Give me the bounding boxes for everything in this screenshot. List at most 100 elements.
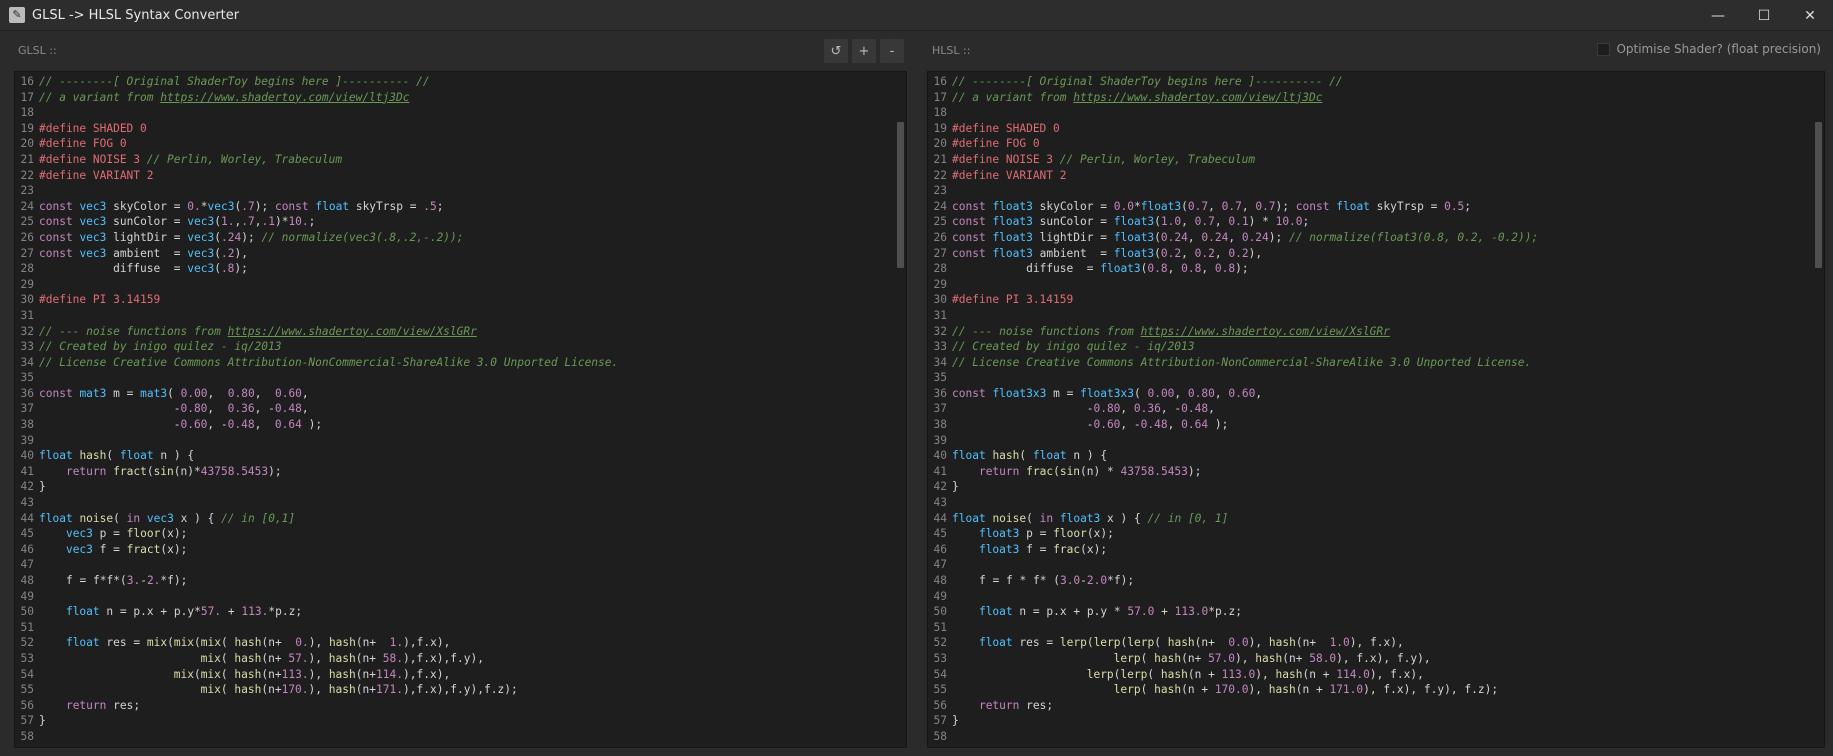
glsl-code-line[interactable]: 26 const vec3 lightDir = vec3(.24); // no… bbox=[17, 230, 618, 246]
hlsl-code-line[interactable]: 16 // --------[ Original ShaderToy begins… bbox=[930, 74, 1538, 90]
line-text[interactable]: float n = p.x + p.y*57. + 113.*p.z; bbox=[39, 604, 302, 620]
glsl-code-line[interactable]: 40 float hash( float n ) { bbox=[17, 448, 618, 464]
glsl-code-line[interactable]: 42} bbox=[17, 479, 618, 495]
hlsl-code-line[interactable]: 50 float n = p.x + p.y * 57.0 + 113.0*p.… bbox=[930, 604, 1538, 620]
hlsl-code-line[interactable]: 37 -0.80, 0.36, -0.48, bbox=[930, 401, 1538, 417]
glsl-code-line[interactable]: 41 return fract(sin(n)*43758.5453); bbox=[17, 464, 618, 480]
line-text[interactable]: #define SHADED 0 bbox=[952, 121, 1060, 137]
glsl-code-line[interactable]: 33 // Created by inigo quilez - iq/2013 bbox=[17, 339, 618, 355]
zoom-out-button[interactable]: - bbox=[880, 39, 904, 63]
glsl-code-line[interactable]: 36 const mat3 m = mat3( 0.00, 0.80, 0.60, bbox=[17, 386, 618, 402]
hlsl-code-line[interactable]: 21 #define NOISE 3 // Perlin, Worley, Tra… bbox=[930, 152, 1538, 168]
line-text[interactable]: const mat3 m = mat3( 0.00, 0.80, 0.60, bbox=[39, 386, 309, 402]
line-text[interactable]: mix(mix( hash(n+113.), hash(n+114.),f.x)… bbox=[39, 667, 451, 683]
glsl-code-line[interactable]: 16 // --------[ Original ShaderToy begins… bbox=[17, 74, 618, 90]
line-text[interactable]: float res = lerp(lerp(lerp( hash(n+ 0.0)… bbox=[952, 635, 1404, 651]
line-text[interactable]: // License Creative Commons Attribution-… bbox=[952, 355, 1531, 371]
glsl-scrollbar[interactable] bbox=[894, 72, 906, 747]
line-text[interactable]: // Created by inigo quilez - iq/2013 bbox=[952, 339, 1194, 355]
line-text[interactable]: const vec3 sunColor = vec3(1.,.7,.1)*10.… bbox=[39, 214, 315, 230]
hlsl-code-line[interactable]: 34 // License Creative Commons Attributio… bbox=[930, 355, 1538, 371]
hlsl-code-line[interactable]: 32 // --- noise functions from https://ww… bbox=[930, 324, 1538, 340]
glsl-code-line[interactable]: 30 #define PI 3.14159 bbox=[17, 292, 618, 308]
line-text[interactable]: const float3 ambient = float3(0.2, 0.2, … bbox=[952, 246, 1262, 262]
hlsl-code-line[interactable]: 23 bbox=[930, 183, 1538, 199]
hlsl-code-lines[interactable]: 16 // --------[ Original ShaderToy begins… bbox=[930, 74, 1539, 745]
line-text[interactable]: -0.60, -0.48, 0.64 ); bbox=[39, 417, 322, 433]
glsl-code-line[interactable]: 20 #define FOG 0 bbox=[17, 136, 618, 152]
hlsl-code-line[interactable]: 20 #define FOG 0 bbox=[930, 136, 1538, 152]
glsl-code-line[interactable]: 56 return res; bbox=[17, 698, 618, 714]
hlsl-code-line[interactable]: 45 float3 p = floor(x); bbox=[930, 526, 1538, 542]
line-text[interactable]: f = f*f*(3.-2.*f); bbox=[39, 573, 187, 589]
hlsl-code-line[interactable]: 25 const float3 sunColor = float3(1.0, 0.… bbox=[930, 214, 1538, 230]
hlsl-code-line[interactable]: 18 bbox=[930, 105, 1538, 121]
hlsl-code-line[interactable]: 52 float res = lerp(lerp(lerp( hash(n+ 0… bbox=[930, 635, 1538, 651]
line-text[interactable]: const vec3 lightDir = vec3(.24); // norm… bbox=[39, 230, 464, 246]
glsl-code-line[interactable]: 23 bbox=[17, 183, 618, 199]
hlsl-code-line[interactable]: 19 #define SHADED 0 bbox=[930, 121, 1538, 137]
line-text[interactable]: -0.80, 0.36, -0.48, bbox=[39, 401, 309, 417]
line-text[interactable]: diffuse = vec3(.8); bbox=[39, 261, 248, 277]
glsl-code-line[interactable]: 52 float res = mix(mix(mix( hash(n+ 0.),… bbox=[17, 635, 618, 651]
glsl-code-line[interactable]: 55 mix( hash(n+170.), hash(n+171.),f.x),… bbox=[17, 682, 618, 698]
line-text[interactable]: float hash( float n ) { bbox=[39, 448, 194, 464]
hlsl-code-line[interactable]: 35 bbox=[930, 370, 1538, 386]
hlsl-code-line[interactable]: 28 diffuse = float3(0.8, 0.8, 0.8); bbox=[930, 261, 1538, 277]
optimise-checkbox[interactable] bbox=[1597, 42, 1611, 56]
line-text[interactable]: // a variant from https://www.shadertoy.… bbox=[39, 90, 409, 106]
hlsl-code-line[interactable]: 53 lerp( hash(n+ 57.0), hash(n+ 58.0), f… bbox=[930, 651, 1538, 667]
hlsl-code-line[interactable]: 31 bbox=[930, 308, 1538, 324]
line-text[interactable]: return frac(sin(n) * 43758.5453); bbox=[952, 464, 1201, 480]
glsl-code-line[interactable]: 50 float n = p.x + p.y*57. + 113.*p.z; bbox=[17, 604, 618, 620]
hlsl-scrollbar[interactable] bbox=[1812, 72, 1824, 747]
line-text[interactable]: #define SHADED 0 bbox=[39, 121, 147, 137]
hlsl-code-line[interactable]: 41 return frac(sin(n) * 43758.5453); bbox=[930, 464, 1538, 480]
line-text[interactable]: // --- noise functions from https://www.… bbox=[952, 324, 1390, 340]
reset-button[interactable]: ↺ bbox=[824, 39, 848, 63]
glsl-code-line[interactable]: 57} bbox=[17, 713, 618, 729]
line-text[interactable]: #define FOG 0 bbox=[952, 136, 1040, 152]
glsl-code-line[interactable]: 19 #define SHADED 0 bbox=[17, 121, 618, 137]
line-text[interactable]: // a variant from https://www.shadertoy.… bbox=[952, 90, 1322, 106]
hlsl-code-line[interactable]: 17 // a variant from https://www.shaderto… bbox=[930, 90, 1538, 106]
glsl-code-line[interactable]: 54 mix(mix( hash(n+113.), hash(n+114.),f… bbox=[17, 667, 618, 683]
line-text[interactable]: float3 p = floor(x); bbox=[952, 526, 1114, 542]
hlsl-editor[interactable]: 16 // --------[ Original ShaderToy begins… bbox=[927, 71, 1825, 748]
line-text[interactable]: float res = mix(mix(mix( hash(n+ 0.), ha… bbox=[39, 635, 450, 651]
line-text[interactable]: #define PI 3.14159 bbox=[39, 292, 160, 308]
line-text[interactable]: } bbox=[39, 713, 46, 729]
glsl-code-line[interactable]: 47 bbox=[17, 557, 618, 573]
line-text[interactable]: vec3 f = fract(x); bbox=[39, 542, 187, 558]
line-text[interactable]: #define PI 3.14159 bbox=[952, 292, 1073, 308]
line-text[interactable]: // --------[ Original ShaderToy begins h… bbox=[952, 74, 1343, 90]
hlsl-code-line[interactable]: 46 float3 f = frac(x); bbox=[930, 542, 1538, 558]
hlsl-code-line[interactable]: 33 // Created by inigo quilez - iq/2013 bbox=[930, 339, 1538, 355]
glsl-code-line[interactable]: 18 bbox=[17, 105, 618, 121]
hlsl-code-line[interactable]: 43 bbox=[930, 495, 1538, 511]
glsl-code-line[interactable]: 22 #define VARIANT 2 bbox=[17, 168, 618, 184]
close-icon[interactable]: ✕ bbox=[1787, 0, 1833, 31]
line-text[interactable]: } bbox=[39, 479, 46, 495]
hlsl-code-line[interactable]: 24 const float3 skyColor = 0.0*float3(0.7… bbox=[930, 199, 1538, 215]
hlsl-scrollbar-thumb[interactable] bbox=[1815, 122, 1822, 268]
hlsl-code-line[interactable]: 39 bbox=[930, 433, 1538, 449]
hlsl-code-line[interactable]: 40 float hash( float n ) { bbox=[930, 448, 1538, 464]
glsl-code-line[interactable]: 58 bbox=[17, 729, 618, 745]
glsl-code-line[interactable]: 49 bbox=[17, 589, 618, 605]
glsl-code-line[interactable]: 46 vec3 f = fract(x); bbox=[17, 542, 618, 558]
glsl-code-line[interactable]: 31 bbox=[17, 308, 618, 324]
line-text[interactable]: const vec3 skyColor = 0.*vec3(.7); const… bbox=[39, 199, 443, 215]
line-text[interactable]: #define NOISE 3 // Perlin, Worley, Trabe… bbox=[952, 152, 1255, 168]
glsl-code-line[interactable]: 38 -0.60, -0.48, 0.64 ); bbox=[17, 417, 618, 433]
line-text[interactable]: #define NOISE 3 // Perlin, Worley, Trabe… bbox=[39, 152, 342, 168]
line-text[interactable]: mix( hash(n+ 57.), hash(n+ 58.),f.x),f.y… bbox=[39, 651, 484, 667]
line-text[interactable]: #define FOG 0 bbox=[39, 136, 127, 152]
line-text[interactable]: const float3 skyColor = 0.0*float3(0.7, … bbox=[952, 199, 1471, 215]
line-text[interactable]: float n = p.x + p.y * 57.0 + 113.0*p.z; bbox=[952, 604, 1242, 620]
hlsl-code-line[interactable]: 26 const float3 lightDir = float3(0.24, 0… bbox=[930, 230, 1539, 246]
line-text[interactable]: const vec3 ambient = vec3(.2), bbox=[39, 246, 248, 262]
minimize-icon[interactable]: — bbox=[1695, 0, 1741, 31]
line-text[interactable]: #define VARIANT 2 bbox=[952, 168, 1067, 184]
glsl-code-line[interactable]: 17 // a variant from https://www.shaderto… bbox=[17, 90, 618, 106]
